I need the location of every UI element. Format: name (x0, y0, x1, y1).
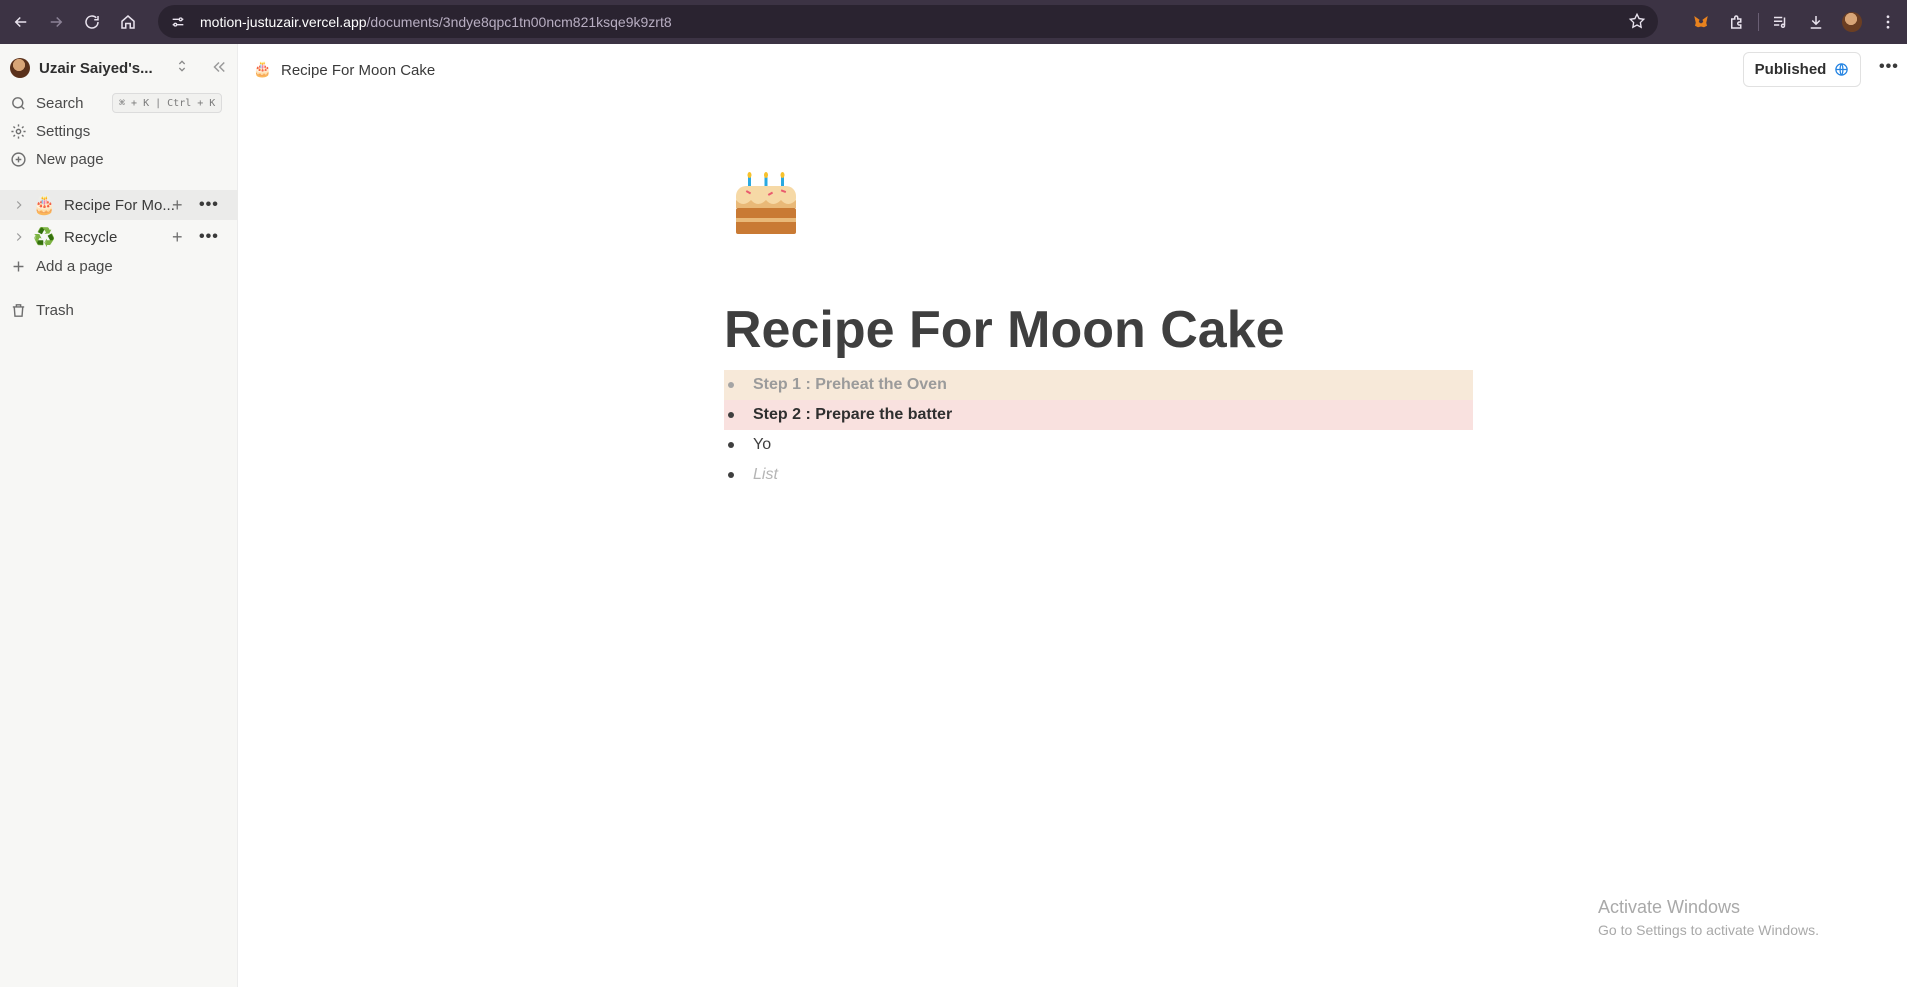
publish-button[interactable]: Published (1743, 52, 1861, 87)
list-item[interactable]: Step 1 : Preheat the Oven (724, 370, 1473, 400)
address-bar[interactable]: motion-justuzair.vercel.app/documents/3n… (158, 5, 1658, 38)
watermark-title: Activate Windows (1598, 897, 1741, 917)
document-menu-icon[interactable]: ••• (1879, 58, 1899, 76)
workspace-avatar (10, 58, 30, 78)
breadcrumb-title[interactable]: Recipe For Moon Cake (281, 62, 435, 79)
trash-icon (12, 303, 25, 317)
site-info-icon[interactable] (170, 14, 186, 30)
media-queue-icon[interactable] (1765, 7, 1795, 37)
chevron-right-icon[interactable] (12, 198, 26, 212)
chevron-right-icon[interactable] (12, 230, 26, 244)
sidebar-add-page[interactable]: Add a page (10, 254, 113, 278)
sidebar-page-recipe[interactable]: 🎂 Recipe For Mo... + ••• (0, 190, 238, 220)
birthday-cake-icon[interactable] (728, 172, 804, 248)
bullet-icon (728, 412, 734, 418)
metamask-fox-icon[interactable] (1686, 7, 1716, 37)
bullet-icon (728, 382, 734, 388)
add-subpage-icon[interactable]: + (172, 227, 183, 248)
sidebar-settings[interactable]: Settings (10, 119, 90, 143)
cake-emoji-icon: 🎂 (33, 195, 56, 215)
sidebar-page-recycle[interactable]: ♻️ Recycle + ••• (0, 222, 238, 252)
bookmark-star-icon[interactable] (1628, 12, 1646, 30)
browser-menu-icon[interactable] (1873, 7, 1903, 37)
reload-icon[interactable] (74, 4, 110, 40)
document-topbar: 🎂 Recipe For Moon Cake Published ••• (239, 44, 1907, 98)
browser-extensions (1686, 0, 1907, 44)
home-icon[interactable] (110, 4, 146, 40)
workspace-switcher[interactable]: Uzair Saiyed's... (10, 55, 230, 81)
new-page-label: New page (36, 150, 104, 168)
sidebar-page-title: Recycle (64, 228, 118, 246)
bullet-list: Step 1 : Preheat the Oven Step 2 : Prepa… (724, 370, 1473, 490)
list-placeholder-text: List (753, 466, 778, 483)
add-page-label: Add a page (36, 257, 113, 275)
search-shortcut: ⌘ + K | Ctrl + K (112, 93, 223, 113)
bullet-icon (728, 442, 734, 448)
toolbar-divider (1758, 13, 1759, 31)
list-item-placeholder[interactable]: List (724, 460, 1473, 490)
settings-label: Settings (36, 122, 91, 140)
plus-circle-icon (11, 151, 26, 167)
back-icon[interactable] (3, 4, 39, 40)
sidebar-page-title: Recipe For Mo... (64, 196, 175, 214)
more-options-icon[interactable]: ••• (199, 196, 219, 214)
sidebar-search[interactable]: Search (10, 91, 84, 115)
list-item-text: Step 1 : Preheat the Oven (753, 376, 947, 393)
cake-emoji-icon: 🎂 (253, 61, 272, 78)
search-label: Search (36, 94, 84, 112)
add-subpage-icon[interactable]: + (172, 195, 183, 216)
forward-icon[interactable] (38, 4, 74, 40)
recycle-emoji-icon: ♻️ (33, 227, 56, 247)
collapse-sidebar-icon[interactable] (210, 58, 228, 76)
url-text: motion-justuzair.vercel.app/documents/3n… (200, 13, 672, 30)
plus-icon (13, 261, 24, 271)
list-item-text: Yo (753, 436, 772, 453)
sidebar: Uzair Saiyed's... Search ⌘ + K | Ctrl + … (0, 44, 238, 987)
list-item[interactable]: Yo (724, 430, 1473, 460)
activate-windows-watermark: Activate Windows Go to Settings to activ… (1598, 897, 1819, 938)
workspace-name: Uzair Saiyed's... (39, 59, 153, 77)
trash-label: Trash (36, 301, 74, 319)
browser-toolbar: motion-justuzair.vercel.app/documents/3n… (0, 0, 1907, 44)
publish-label: Published (1754, 61, 1827, 78)
download-icon[interactable] (1801, 7, 1831, 37)
search-icon (12, 96, 25, 110)
more-options-icon[interactable]: ••• (199, 228, 219, 246)
extensions-puzzle-icon[interactable] (1722, 7, 1752, 37)
sidebar-trash[interactable]: Trash (10, 298, 74, 322)
list-item-text: Step 2 : Prepare the batter (753, 406, 953, 423)
gear-icon (11, 123, 26, 139)
sidebar-new-page[interactable]: New page (10, 147, 104, 171)
list-item[interactable]: Step 2 : Prepare the batter (724, 400, 1473, 430)
profile-avatar[interactable] (1837, 7, 1867, 37)
watermark-subtitle: Go to Settings to activate Windows. (1598, 922, 1819, 938)
globe-icon (1835, 63, 1849, 76)
document-title[interactable]: Recipe For Moon Cake (724, 300, 1285, 360)
chevron-up-down-icon[interactable] (174, 58, 190, 74)
bullet-icon (728, 472, 734, 478)
